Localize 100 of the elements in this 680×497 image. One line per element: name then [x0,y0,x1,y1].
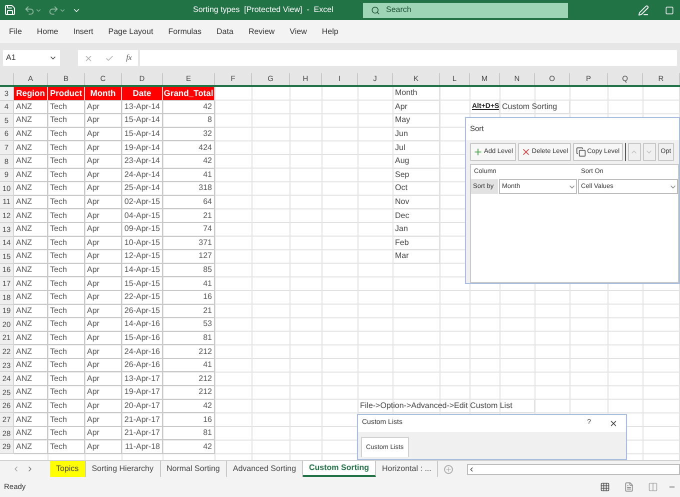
table-cell: ANZ [14,290,48,304]
table-cell: ANZ [14,128,48,142]
table-cell: ANZ [14,250,48,264]
table-cell: ANZ [14,386,48,400]
table-cell: File->Option->Advanced->Edit Custom List [358,400,535,414]
table-cell: 09-Apr-15 [122,222,163,237]
table-cell: Apr [85,196,122,210]
table-cell: 16 [163,413,215,427]
table-cell: ANZ [14,100,48,114]
table-cell: 74 [163,222,215,237]
table-cell: 212 [163,386,215,400]
table-cell: Apr [85,277,122,291]
table-cell: 32 [163,128,215,142]
table-cell: 15-Apr-14 [122,128,163,142]
table-cell: ANZ [14,196,48,210]
table-cell: 10-Apr-15 [122,236,163,250]
table-cell: 42 [163,400,215,414]
page-break-icon[interactable] [648,482,658,492]
save-icon[interactable] [4,4,16,16]
name-box[interactable]: A1 [3,50,60,66]
table-cell: 26-Apr-16 [122,358,163,372]
table-cell: Apr [393,100,440,114]
scroll-left-icon[interactable] [468,466,476,472]
page-layout-icon[interactable] [624,482,634,492]
table-cell: ANZ [14,154,48,169]
table-cell: 127 [163,250,215,264]
search-field[interactable]: Search [363,2,568,18]
table-cell: Tech [48,114,85,128]
move-down-button[interactable] [642,143,656,161]
formula-field[interactable] [140,50,677,66]
menu-tab[interactable]: Home [36,26,58,38]
menu-tab[interactable]: Page Layout [108,26,154,38]
table-cell: Apr [85,182,122,196]
table-cell: 14-Apr-15 [122,264,163,278]
table-cell: 25-Apr-14 [122,182,163,196]
pen-icon[interactable] [638,4,649,16]
table-cell: Apr [85,209,122,223]
table-cell: Apr [85,250,122,264]
table-cell: Tech [48,236,85,250]
table-cell: Apr [85,154,122,169]
insert-function-button[interactable]: fx [126,52,132,64]
window-title: Sorting types [Protected View] - Excel [193,4,334,16]
table-cell: ANZ [14,426,48,440]
close-icon[interactable] [609,419,618,428]
table-cell: Tech [48,100,85,114]
menu-tab[interactable]: Insert [73,26,94,38]
move-up-button[interactable] [628,143,641,161]
menu-tab[interactable]: Review [248,26,275,38]
table-cell: ANZ [14,277,48,291]
previous-sheet-icon[interactable] [12,465,20,473]
table-cell: 8 [163,114,215,128]
normal-view-icon[interactable] [600,482,610,492]
table-cell: Feb [393,236,440,250]
table-cell: 11-Apr-18 [122,440,163,454]
copy-icon [576,147,586,157]
table-cell: Apr [85,413,122,427]
table-cell: Apr [85,222,122,237]
horizontal-scrollbar[interactable] [467,464,680,474]
caret-icon [49,54,57,62]
table-cell: ANZ [14,400,48,414]
table-cell: Tech [48,250,85,264]
column-heading: Month [85,87,122,101]
menu-tab[interactable]: File [9,26,22,38]
table-cell: Tech [48,345,85,359]
table-cell: 21-Apr-17 [122,426,163,440]
table-cell: 212 [163,372,215,386]
cancel-icon[interactable] [84,54,94,62]
table-cell: 64 [163,196,215,210]
table-cell: Apr [85,372,122,386]
table-cell: Oct [393,182,440,196]
table-cell: Tech [48,440,85,454]
table-cell: Jan [393,222,440,237]
table-cell: Apr [85,236,122,250]
menu-tab[interactable]: Data [216,26,234,38]
table-cell: Apr [85,332,122,346]
table-cell: Apr [85,358,122,372]
table-cell: ANZ [14,358,48,372]
table-cell: Tech [48,413,85,427]
table-cell: Apr [85,318,122,332]
table-cell: 02-Apr-15 [122,196,163,210]
table-cell: Tech [48,277,85,291]
check-icon[interactable] [105,54,114,62]
table-cell: ANZ [14,209,48,223]
table-cell: 16 [163,290,215,304]
menu-tab[interactable]: View [290,26,307,38]
sheet-tab[interactable]: Topics [50,461,86,477]
table-cell: Tech [48,196,85,210]
add-sheet-icon[interactable] [444,464,454,474]
table-cell: ANZ [14,332,48,346]
table-cell: 318 [163,182,215,196]
table-cell: 15-Apr-16 [122,332,163,346]
table-cell: Tech [48,209,85,223]
table-cell: May [393,114,440,128]
menu-tab[interactable]: Help [322,26,338,38]
table-cell: 24-Apr-14 [122,168,163,182]
next-sheet-icon[interactable] [26,465,34,473]
window-icon[interactable] [665,6,674,14]
table-cell: 81 [163,332,215,346]
sheet-tab[interactable]: Custom Sorting [303,461,376,477]
menu-tab[interactable]: Formulas [168,26,202,38]
